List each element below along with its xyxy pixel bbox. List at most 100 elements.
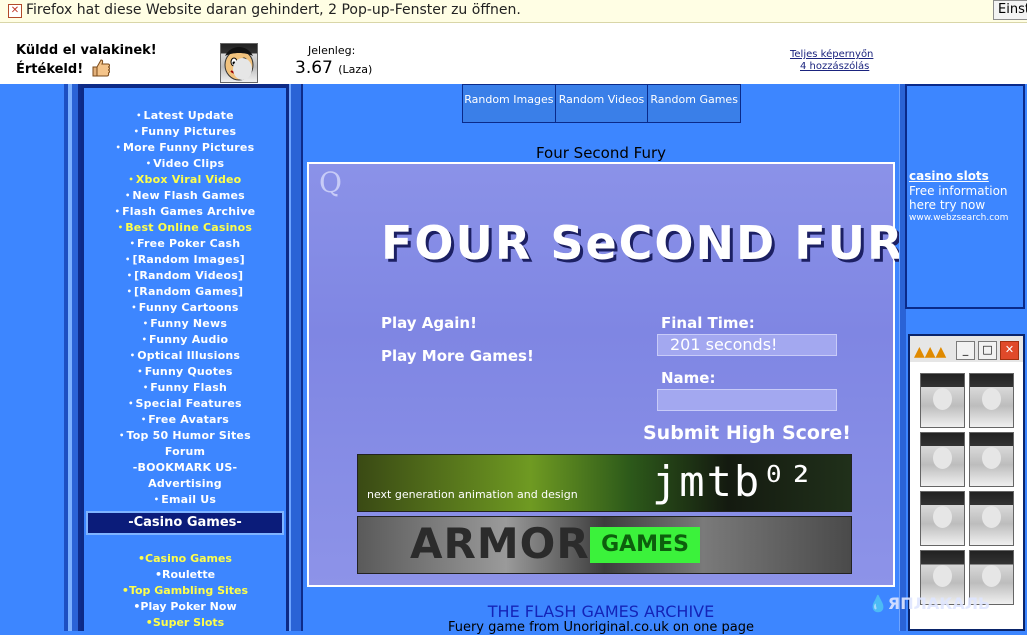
close-icon[interactable]: ✕: [1000, 341, 1019, 360]
people-icon: ▲▲▲: [914, 344, 947, 360]
sidebar-item-label: Forum: [164, 445, 206, 458]
sidebar-item-label: More Funny Pictures: [122, 141, 255, 154]
sidebar-item[interactable]: • Top 50 Humor Sites: [84, 428, 286, 444]
sidebar-item[interactable]: • Xbox Viral Video: [84, 172, 286, 188]
popup-settings-button[interactable]: Einst: [993, 0, 1027, 20]
flash-archive-title[interactable]: THE FLASH GAMES ARCHIVE: [303, 602, 899, 621]
flash-game-area[interactable]: Q FOUR SeCOND FURY Play Again! Play More…: [307, 162, 935, 587]
play-more-games-button[interactable]: Play More Games!: [381, 347, 534, 365]
name-label: Name:: [661, 369, 716, 387]
sidebar-item-label: Funny Quotes: [144, 365, 233, 378]
sidebar-item[interactable]: • Special Features: [84, 396, 286, 412]
avatar[interactable]: [920, 373, 965, 428]
sidebar-item[interactable]: • Free Poker Cash: [84, 236, 286, 252]
bullet-icon: •: [121, 584, 129, 597]
column-divider: [289, 84, 303, 631]
sidebar-item-label: Optical Illusions: [137, 349, 241, 362]
top-header: Küldd el valakinek! Értékeld! Jelenleg: …: [0, 23, 1027, 84]
chat-popup-window[interactable]: ▲▲▲ _ □ ✕: [908, 334, 1025, 631]
sidebar-item-label: Latest Update: [143, 109, 234, 122]
maximize-icon[interactable]: □: [978, 341, 997, 360]
sidebar-item[interactable]: • Latest Update: [84, 108, 286, 124]
bullet-icon: •: [142, 383, 149, 392]
bullet-icon: •: [126, 287, 133, 296]
bullet-icon: •: [128, 175, 134, 184]
play-again-button[interactable]: Play Again!: [381, 314, 477, 332]
jmtb-logo: jmtb⁰²: [652, 457, 816, 506]
sidebar-item[interactable]: • [Random Videos]: [84, 268, 286, 284]
nav-list: • Latest Update • Funny Pictures • More Funny…: [84, 108, 286, 508]
nav-top-border: [84, 84, 286, 88]
bullet-icon: •: [137, 367, 143, 376]
sidebar-item-label: Super Slots: [152, 616, 225, 629]
left-navigation: • Latest Update • Funny Pictures • More Funny…: [81, 84, 289, 631]
bullet-icon: •: [126, 271, 133, 280]
bullet-icon: •: [115, 143, 121, 152]
sidebar-item[interactable]: • More Funny Pictures: [84, 140, 286, 156]
sidebar-item[interactable]: Forum: [84, 444, 286, 460]
sidebar-item[interactable]: •Casino Games: [84, 551, 286, 567]
sidebar-item[interactable]: Advertising: [84, 476, 286, 492]
bullet-icon: •: [153, 495, 160, 504]
thumbs-up-icon[interactable]: [91, 58, 111, 78]
sidebar-item[interactable]: • Optical Illusions: [84, 348, 286, 364]
sidebar-item[interactable]: • [Random Images]: [84, 252, 286, 268]
sidebar-item[interactable]: •Super Slots: [84, 615, 286, 631]
bullet-icon: •: [125, 255, 131, 264]
sidebar-item[interactable]: • Email Us: [84, 492, 286, 508]
tab-random-images[interactable]: Random Images: [463, 85, 556, 122]
ad-url[interactable]: www.webzsearch.com: [909, 213, 1008, 223]
fullscreen-link[interactable]: Teljes képernyőn: [790, 49, 873, 60]
window-titlebar[interactable]: ▲▲▲ _ □ ✕: [910, 336, 1023, 362]
sidebar-item[interactable]: • Funny Cartoons: [84, 300, 286, 316]
avatar[interactable]: [969, 432, 1014, 487]
sidebar-item[interactable]: -BOOKMARK US-: [84, 460, 286, 476]
tab-random-videos[interactable]: Random Videos: [556, 85, 649, 122]
bullet-icon: •: [119, 431, 125, 440]
sidebar-item[interactable]: • Best Online Casinos: [84, 220, 286, 236]
bullet-icon: •: [129, 351, 136, 360]
sidebar-item-label: Special Features: [135, 397, 242, 410]
sidebar-item[interactable]: •Roulette: [84, 567, 286, 583]
submit-high-score-button[interactable]: Submit High Score!: [643, 422, 851, 444]
sidebar-item[interactable]: • Funny Quotes: [84, 364, 286, 380]
casino-list: •Casino Games •Roulette •Top Gambling Site…: [84, 551, 286, 631]
comments-link[interactable]: 4 hozzászólás: [800, 61, 869, 72]
cartoon-face-icon: [220, 43, 258, 83]
sidebar-item[interactable]: • Flash Games Archive: [84, 204, 286, 220]
bullet-icon: •: [141, 335, 148, 344]
name-input[interactable]: [657, 389, 837, 411]
sidebar-item[interactable]: • Funny News: [84, 316, 286, 332]
sidebar-item[interactable]: • [Random Games]: [84, 284, 286, 300]
send-to-friend-text[interactable]: Küldd el valakinek!: [16, 43, 157, 58]
avatar[interactable]: [920, 491, 965, 546]
sidebar-item-label: Funny Cartoons: [138, 301, 239, 314]
sidebar-item[interactable]: • Funny Flash: [84, 380, 286, 396]
sidebar-item[interactable]: • Free Avatars: [84, 412, 286, 428]
avatar[interactable]: [969, 491, 1014, 546]
sidebar-item-label: Funny Flash: [150, 381, 228, 394]
jmtb-banner[interactable]: next generation animation and design jmt…: [357, 454, 852, 512]
ad-title-link[interactable]: casino slots: [909, 169, 989, 183]
close-icon[interactable]: ✕: [8, 4, 22, 18]
sidebar-item[interactable]: • Funny Audio: [84, 332, 286, 348]
bullet-icon: •: [154, 568, 162, 581]
bullet-icon: •: [145, 159, 152, 168]
tab-random-games[interactable]: Random Games: [648, 85, 740, 122]
game-logo-letter: Q: [319, 166, 342, 199]
sidebar-item[interactable]: • New Flash Games: [84, 188, 286, 204]
sidebar-item-label: Flash Games Archive: [122, 205, 256, 218]
armor-games-banner[interactable]: ARMOR GAMES: [357, 516, 852, 574]
sidebar-item[interactable]: •Top Gambling Sites: [84, 583, 286, 599]
avatar[interactable]: [969, 373, 1014, 428]
rating-score: 3.67 (Laza): [295, 58, 373, 78]
minimize-icon[interactable]: _: [956, 341, 975, 360]
sidebar-item-label: [Random Games]: [134, 285, 244, 298]
sidebar-item-label: [Random Videos]: [134, 269, 244, 282]
sidebar-item[interactable]: • Funny Pictures: [84, 124, 286, 140]
bullet-icon: •: [140, 415, 147, 424]
rate-text[interactable]: Értékeld!: [16, 62, 83, 77]
sidebar-item[interactable]: •Play Poker Now: [84, 599, 286, 615]
sidebar-item[interactable]: • Video Clips: [84, 156, 286, 172]
avatar[interactable]: [920, 432, 965, 487]
